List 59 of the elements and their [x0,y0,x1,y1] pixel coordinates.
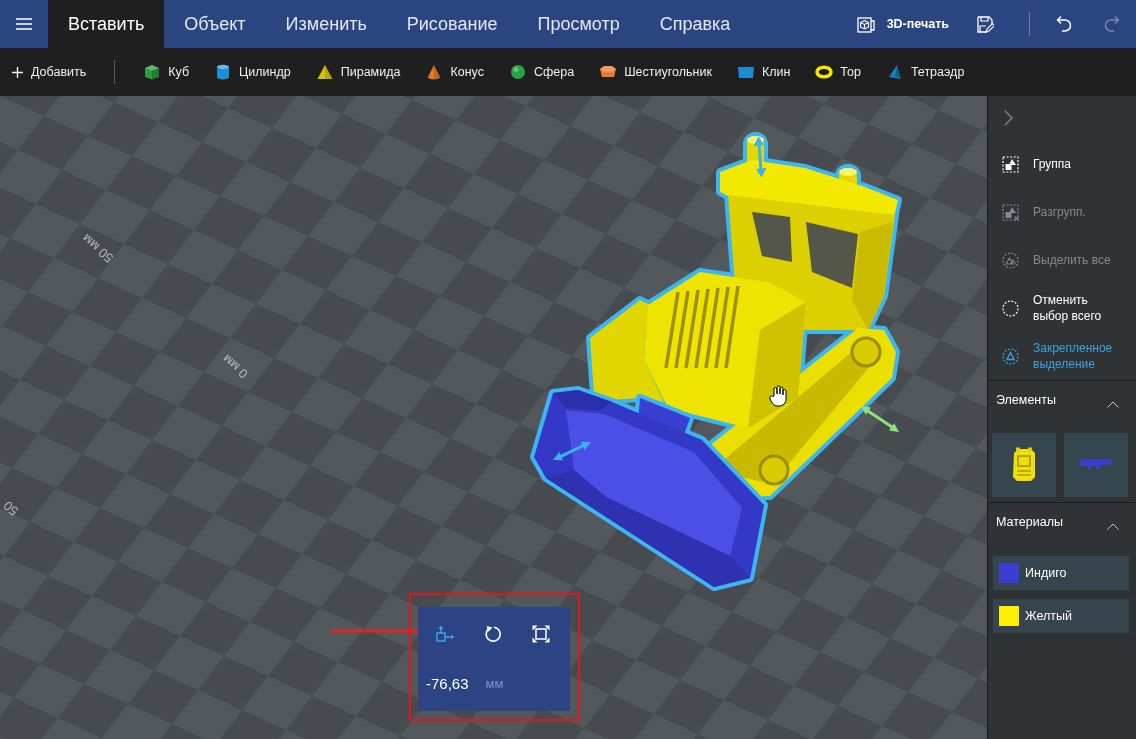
menu-tab[interactable]: Справка [639,0,751,48]
caret-up-icon [1107,400,1119,408]
menu-tab[interactable]: Изменить [265,0,387,48]
print-3d-button[interactable]: 3D-печать [844,0,961,48]
hand-cursor-icon [769,385,789,407]
dashed-circle-icon [1002,299,1019,317]
scale-icon [532,625,550,643]
shape-button[interactable]: Цилиндр [214,62,291,82]
bucket-model-drawing [1078,458,1114,472]
menu-tab[interactable]: Объект [164,0,266,48]
side-action-button[interactable]: Закрепленное выделение [988,332,1136,380]
grid-label: 0 мм [219,350,252,382]
menu-icon [16,18,32,30]
caret-up-icon [1107,522,1119,530]
shape-button[interactable]: Клин [736,62,791,82]
offset-value: -76,63 [426,673,469,694]
group-icon [1002,155,1019,173]
wheel [758,454,790,486]
side-action-button[interactable]: Группа [988,140,1136,188]
cab-window [806,222,858,288]
ungroup-icon [1002,203,1019,221]
shape-button[interactable]: Тор [815,62,861,82]
sticky-selection-icon [1002,347,1019,365]
shape-button[interactable]: Сфера [508,62,575,82]
rotate-icon [484,625,502,643]
shape-button[interactable]: Куб [143,62,190,82]
material-item[interactable]: Индиго [993,556,1129,590]
action-label: Группа [1033,156,1073,172]
add-button[interactable]: Добавить [12,62,87,82]
move-icon [435,625,455,643]
menu-tab[interactable]: Вставить [48,0,165,48]
material-item[interactable]: Желтый [993,599,1129,633]
shape-button[interactable]: Шестиугольник [599,62,712,82]
shape-button[interactable]: Конус [425,62,484,82]
double-arrow-icon[interactable] [552,439,592,463]
menu-tab[interactable]: Просмотр [517,0,640,48]
printer-cube-icon [856,15,875,33]
section-header[interactable]: Материалы [988,503,1136,541]
chevron-right-icon [1003,110,1013,126]
action-label: Отменить выбор всего [1033,292,1103,324]
menu-tab[interactable]: Рисование [386,0,518,48]
action-label: Закрепленное выделение [1033,340,1114,372]
wheel [850,336,882,368]
unit-label: мм [485,675,504,694]
shape-button[interactable]: Тетраэдр [885,62,965,82]
grid-label: 50 [0,497,22,519]
element-tile[interactable] [1064,433,1128,497]
section-header[interactable]: Элементы [988,381,1136,419]
body-model-drawing [1011,447,1037,483]
plus-icon [12,66,23,78]
element-tile[interactable] [992,433,1056,497]
double-arrow-icon[interactable] [860,405,900,433]
side-action-button[interactable]: Отменить выбор всего [988,284,1136,332]
grid-label: 50 мм [79,230,117,266]
cab-window [752,212,792,262]
shape-button[interactable]: Пирамида [315,62,401,82]
action-label: Выделить все [1033,252,1112,268]
action-label: Разгрупп. [1033,204,1087,220]
select-all-icon [1002,251,1019,269]
